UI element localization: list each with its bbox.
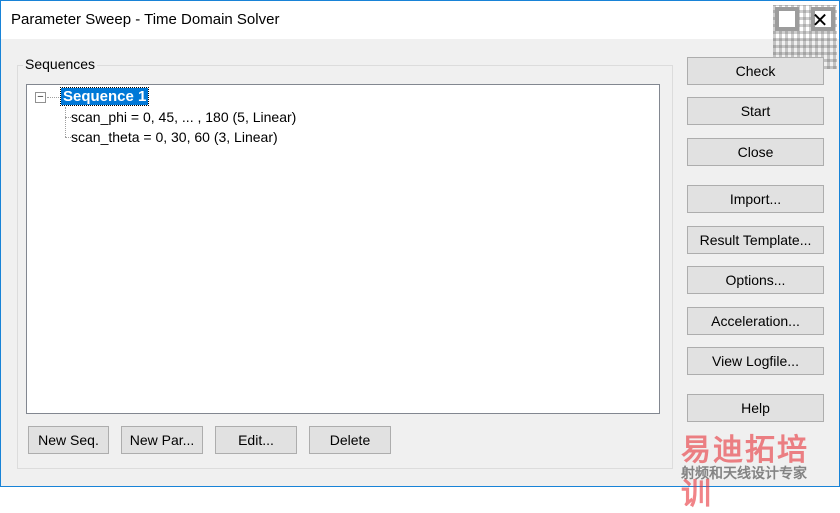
tree-connector <box>65 107 66 137</box>
close-icon[interactable]: ✕ <box>801 1 839 39</box>
new-seq-button[interactable]: New Seq. <box>28 426 109 454</box>
sequences-group-label: Sequences <box>23 56 98 72</box>
tree-node-scan-theta[interactable]: scan_theta = 0, 30, 60 (3, Linear) <box>71 129 278 145</box>
check-button[interactable]: Check <box>687 57 824 85</box>
tree-connector <box>47 97 59 98</box>
window-title: Parameter Sweep - Time Domain Solver <box>11 11 280 28</box>
title-bar: Parameter Sweep - Time Domain Solver <box>1 1 839 39</box>
acceleration-button[interactable]: Acceleration... <box>687 307 824 335</box>
import-button[interactable]: Import... <box>687 185 824 213</box>
tree-node-sequence-1[interactable]: Sequence 1 <box>59 87 150 106</box>
view-logfile-button[interactable]: View Logfile... <box>687 347 824 375</box>
tree-node-scan-phi[interactable]: scan_phi = 0, 45, ... , 180 (5, Linear) <box>71 109 296 125</box>
help-button[interactable]: Help <box>687 394 824 422</box>
close-button[interactable]: Close <box>687 138 824 166</box>
new-par-button[interactable]: New Par... <box>121 426 203 454</box>
sequence-tree[interactable]: − Sequence 1 scan_phi = 0, 45, ... , 180… <box>26 84 660 414</box>
edit-button[interactable]: Edit... <box>215 426 297 454</box>
watermark-tagline: 射频和天线设计专家 <box>681 465 807 481</box>
delete-button[interactable]: Delete <box>309 426 391 454</box>
dialog-window: Parameter Sweep - Time Domain Solver ✕ 微… <box>0 0 840 511</box>
options-button[interactable]: Options... <box>687 266 824 294</box>
collapse-icon[interactable]: − <box>35 92 46 103</box>
start-button[interactable]: Start <box>687 97 824 125</box>
result-template-button[interactable]: Result Template... <box>687 226 824 254</box>
